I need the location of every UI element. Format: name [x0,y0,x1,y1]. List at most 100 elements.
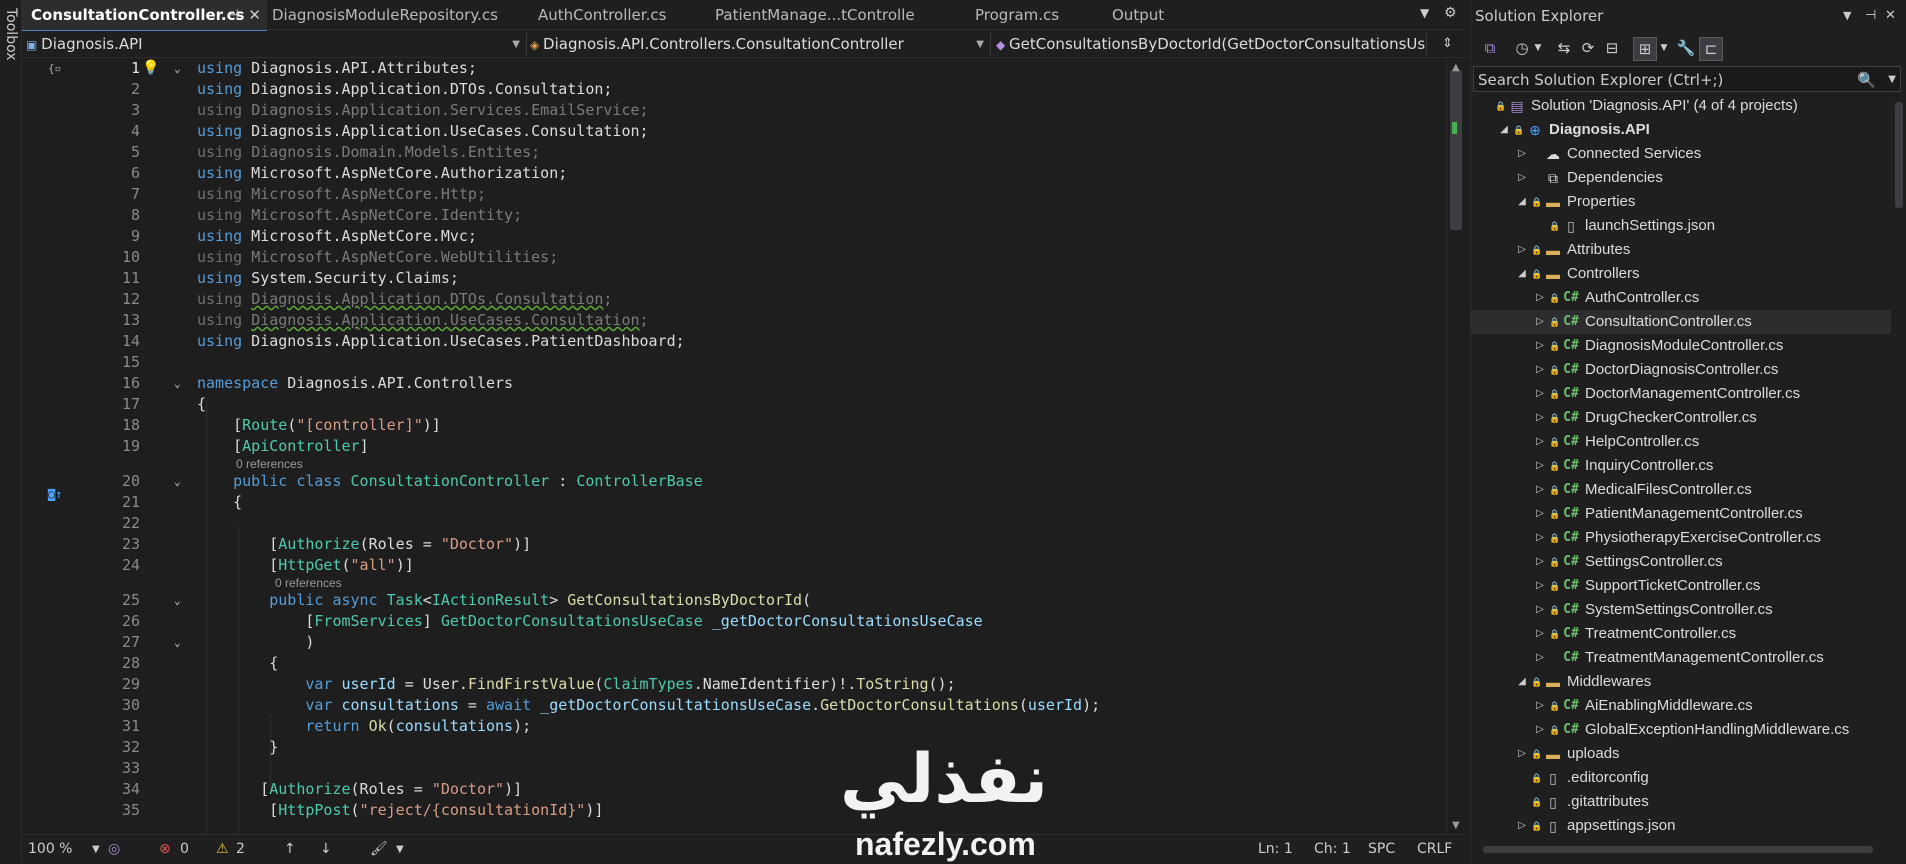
solution-explorer-search[interactable]: Search Solution Explorer (Ctrl+;) 🔍 ▼ [1473,66,1901,92]
code-line[interactable]: 27 ⌄ ) [22,632,1446,653]
tab-consultation-controller[interactable]: ConsultationController.cs ⊣ ✕ [22,0,267,32]
code-line[interactable]: 21 { [22,492,1446,513]
tree-item[interactable]: ▷ 🔒 C# SettingsController.cs [1471,550,1891,574]
tree-item[interactable]: ▷ 🔒 C# SupportTicketController.cs [1471,574,1891,598]
expand-toggle-icon[interactable]: ▷ [1533,430,1547,454]
code-text[interactable]: using Diagnosis.API.Attributes; [197,58,477,79]
tree-item[interactable]: 🔒 ▤ Solution 'Diagnosis.API' (4 of 4 proje… [1471,94,1891,118]
code-text[interactable]: return Ok(consultations); [197,716,531,737]
tree-item[interactable]: ▷ 🔒 C# DoctorDiagnosisController.cs [1471,358,1891,382]
code-text[interactable]: using Diagnosis.Domain.Models.Entites; [197,142,540,163]
code-text[interactable]: [ApiController] [197,436,368,457]
code-line[interactable]: 8 using Microsoft.AspNetCore.Identity; [22,205,1446,226]
expand-toggle-icon[interactable]: ▷ [1533,286,1547,310]
expand-toggle-icon[interactable]: ▷ [1533,598,1547,622]
type-dropdown[interactable]: ◈ Diagnosis.API.Controllers.Consultation… [530,33,991,56]
filter-dropdown-icon[interactable]: ▼ [1653,37,1675,59]
code-text[interactable]: using Diagnosis.Application.UseCases.Pat… [197,331,685,352]
tree-item[interactable]: ▷ 🔒 C# GlobalExceptionHandlingMiddleware.cs [1471,718,1891,742]
code-line[interactable]: 6 using Microsoft.AspNetCore.Authorizatio… [22,163,1446,184]
warning-count[interactable]: 2 [236,835,245,864]
code-text[interactable]: } [197,737,278,758]
expand-toggle-icon[interactable]: ◢ [1515,190,1529,214]
code-line[interactable]: 31 return Ok(consultations); [22,716,1446,737]
code-text[interactable]: using Microsoft.AspNetCore.WebUtilities; [197,247,558,268]
code-text[interactable]: public class ConsultationController : Co… [197,471,703,492]
code-line[interactable]: 24 [HttpGet("all")] [22,555,1446,576]
editor-scroll-thumb[interactable] [1450,70,1462,230]
expand-toggle-icon[interactable]: ▷ [1533,694,1547,718]
tree-item[interactable]: ◢ 🔒 ▬ Middlewares [1471,670,1891,694]
error-icon[interactable]: ⊗ [159,835,171,864]
expand-toggle-icon[interactable]: ▷ [1533,406,1547,430]
tree-horizontal-thumb[interactable] [1483,846,1873,853]
expand-toggle-icon[interactable]: ▷ [1533,622,1547,646]
tree-item[interactable]: 🔒 ▯ .gitattributes [1471,790,1891,814]
switch-views-icon[interactable]: ⧉ [1479,37,1501,59]
code-text[interactable]: using Diagnosis.Application.UseCases.Con… [197,310,649,331]
tree-item[interactable]: ▷ 🔒 C# DrugCheckerController.cs [1471,406,1891,430]
code-text[interactable]: [Authorize(Roles = "Doctor")] [197,534,531,555]
expand-toggle-icon[interactable]: ▷ [1533,502,1547,526]
tree-item[interactable]: ▷ 🔒 C# HelpController.cs [1471,430,1891,454]
code-line[interactable]: 19 [ApiController] [22,436,1446,457]
code-text[interactable]: [Authorize(Roles = "Doctor")] [197,779,522,800]
code-line[interactable]: 3 using Diagnosis.Application.Services.Em… [22,100,1446,121]
close-icon[interactable]: ✕ [248,0,261,30]
code-text[interactable]: using Microsoft.AspNetCore.Authorization… [197,163,567,184]
whitespace-indicator[interactable]: SPC [1368,835,1395,864]
tree-item[interactable]: ◢ 🔒 ▬ Properties [1471,190,1891,214]
code-line[interactable]: 32 } [22,737,1446,758]
error-count[interactable]: 0 [180,835,189,864]
tree-item[interactable]: ▷ 🔒 C# SystemSettingsController.cs [1471,598,1891,622]
code-line[interactable]: 18 [Route("[controller]")] [22,415,1446,436]
code-text[interactable]: using Diagnosis.Application.UseCases.Con… [197,121,649,142]
settings-gear-icon[interactable]: ⚙ [1444,5,1457,21]
tree-item[interactable]: 🔒 ▯ launchSettings.json [1471,214,1891,238]
expand-toggle-icon[interactable]: ▷ [1533,382,1547,406]
expand-toggle-icon[interactable]: ▷ [1515,142,1529,166]
code-text[interactable]: [HttpPost("reject/{consultationId}")] [197,800,603,821]
zoom-level[interactable]: 100 % [28,835,72,864]
tree-item[interactable]: ▷ 🔒 C# PhysiotherapyExerciseController.cs [1471,526,1891,550]
tree-item[interactable]: ▷ 🔒 C# DoctorManagementController.cs [1471,382,1891,406]
pin-icon[interactable]: ⊣ [1865,0,1876,32]
search-icon[interactable]: 🔍 [1857,67,1876,93]
code-line[interactable]: 30 var consultations = await _getDoctorC… [22,695,1446,716]
expand-toggle-icon[interactable]: ▷ [1533,526,1547,550]
pin-icon[interactable]: ⊣ [226,0,239,30]
tab-output[interactable]: Output [1103,0,1202,30]
refresh-icon[interactable]: ⟳ [1577,37,1599,59]
tree-item[interactable]: ◢ 🔒 ⊕ Diagnosis.API [1471,118,1891,142]
panel-menu-icon[interactable]: ▼ [1843,0,1851,32]
code-text[interactable]: { [197,653,278,674]
code-line[interactable]: 16 ⌄ namespace Diagnosis.API.Controllers [22,373,1446,394]
warning-icon[interactable]: ⚠ [216,835,229,864]
code-cleanup-icon[interactable]: 🖌 [370,835,388,864]
history-dropdown-icon[interactable]: ▼ [1527,37,1549,59]
scroll-down-icon[interactable]: ▼ [1452,820,1460,831]
code-line[interactable]: 15 [22,352,1446,373]
toolbox-strip[interactable]: Toolbox [0,0,22,863]
code-text[interactable]: public async Task<IActionResult> GetCons… [197,590,811,611]
code-line[interactable]: 14 using Diagnosis.Application.UseCases.P… [22,331,1446,352]
tree-item[interactable]: ▷ 🔒 ▬ Attributes [1471,238,1891,262]
tree-item[interactable]: ▷ 🔒 C# ConsultationController.cs [1471,310,1891,334]
code-line[interactable]: 23 [Authorize(Roles = "Doctor")] [22,534,1446,555]
tree-item[interactable]: ▷ 🔒 C# AiEnablingMiddleware.cs [1471,694,1891,718]
tree-item[interactable]: ▷ ☁ Connected Services [1471,142,1891,166]
toolbox-label[interactable]: Toolbox [3,8,19,61]
fold-toggle-icon[interactable]: ⌄ [174,590,181,611]
tab-program[interactable]: Program.cs [966,0,1085,30]
code-line[interactable]: 29 var userId = User.FindFirstValue(Clai… [22,674,1446,695]
expand-toggle-icon[interactable]: ▷ [1533,358,1547,382]
line-ending-indicator[interactable]: CRLF [1417,835,1452,864]
tree-scroll-thumb[interactable] [1895,102,1903,208]
code-line[interactable]: 13 using Diagnosis.Application.UseCases.C… [22,310,1446,331]
code-text[interactable]: { [197,492,242,513]
code-text[interactable]: using System.Security.Claims; [197,268,459,289]
column-indicator[interactable]: Ch: 1 [1314,835,1351,864]
fold-toggle-icon[interactable]: ⌄ [174,58,181,79]
tree-item[interactable]: ▷ ⧉ Dependencies [1471,166,1891,190]
code-line[interactable]: 35 [HttpPost("reject/{consultationId}")] [22,800,1446,821]
